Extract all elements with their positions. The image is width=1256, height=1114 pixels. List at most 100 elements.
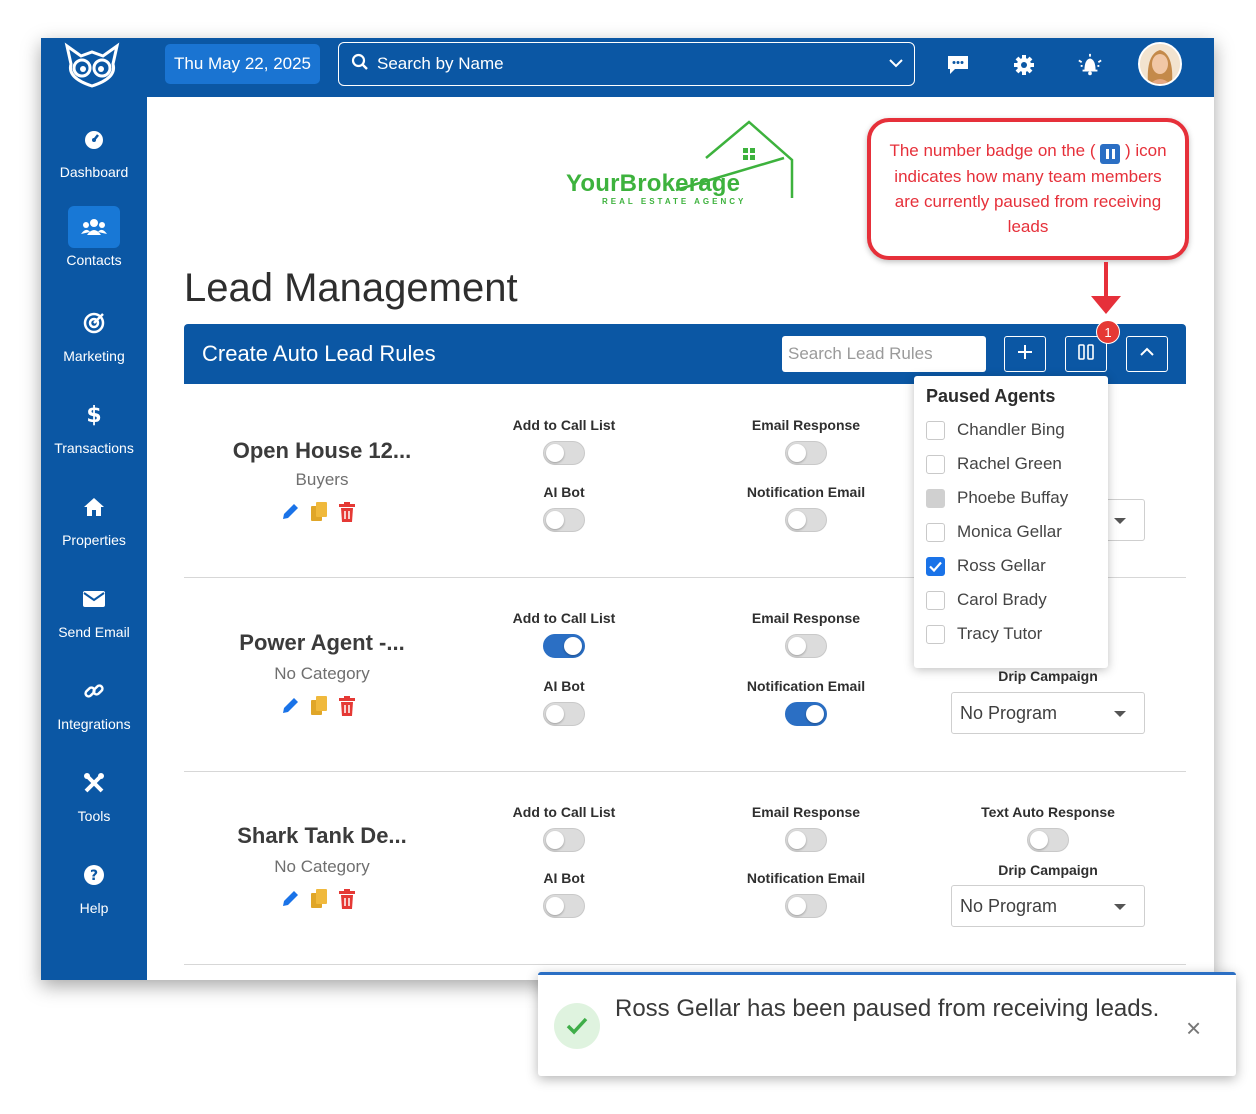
collapse-button[interactable] [1126,336,1168,372]
add-to-call-list-toggle[interactable] [543,634,585,658]
paused-agent-option[interactable]: Carol Brady [926,588,1047,612]
sidebar-item-marketing[interactable]: Marketing [41,302,147,382]
sidebar-item-tools[interactable]: Tools [41,762,147,842]
trash-icon[interactable] [338,502,356,527]
pause-icon [1077,343,1095,365]
rule-category: No Category [274,664,370,683]
agent-name: Ross Gellar [957,556,1046,575]
email-response-toggle[interactable] [785,828,827,852]
agent-name: Chandler Bing [957,420,1065,439]
ai-bot-toggle[interactable] [543,508,585,532]
add-to-call-list-toggle[interactable] [543,828,585,852]
agent-name: Monica Gellar [957,522,1062,541]
edit-icon[interactable] [280,502,300,527]
checkbox-disabled [926,488,945,508]
search-input[interactable]: Search by Name [338,42,915,86]
dashboard-icon [68,118,120,160]
sidebar-item-properties[interactable]: Properties [41,486,147,566]
top-bar: Thu May 22, 2025 Search by Name [147,38,1214,97]
auto-lead-rules-header: Create Auto Lead Rules Search Lead Rules… [184,320,1186,384]
text-auto-response-label: Text Auto Response [981,804,1115,820]
rule-name: Power Agent -... [239,630,405,655]
link-icon [68,670,120,712]
drip-campaign-select[interactable]: No Program [951,885,1145,927]
chat-icon[interactable] [945,52,971,78]
sidebar-item-contacts[interactable]: Contacts [41,206,147,286]
trash-icon[interactable] [338,696,356,721]
copy-icon[interactable] [310,889,328,914]
paused-count-badge: 1 [1096,320,1120,344]
email-response-toggle[interactable] [785,441,827,465]
gear-icon[interactable] [1011,52,1037,78]
ai-bot-toggle[interactable] [543,894,585,918]
check-icon [929,561,942,572]
agent-name: Phoebe Buffay [957,488,1069,507]
sidebar-item-transactions[interactable]: $ Transactions [41,394,147,474]
drip-campaign-select[interactable]: No Program [951,692,1145,734]
sidebar-item-label: Help [79,900,109,916]
paused-agent-option[interactable]: Phoebe Buffay [926,486,1068,510]
paused-agents-dropdown: Paused Agents Chandler Bing Rachel Green… [914,376,1108,668]
bullseye-icon [68,302,120,344]
email-response-label: Email Response [751,804,861,820]
date-display[interactable]: Thu May 22, 2025 [165,44,320,84]
bell-icon[interactable] [1077,52,1103,78]
paused-agent-option[interactable]: Ross Gellar [926,554,1046,578]
paused-agent-option[interactable]: Chandler Bing [926,418,1065,442]
checkbox[interactable] [926,420,945,440]
notification-email-toggle[interactable] [785,508,827,532]
add-to-call-list-toggle[interactable] [543,441,585,465]
panel-title: Create Auto Lead Rules [202,341,436,366]
copy-icon[interactable] [310,696,328,721]
sidebar-item-label: Properties [62,532,126,548]
search-lead-rules-input[interactable]: Search Lead Rules [782,336,986,372]
caret-down-icon [1114,711,1126,717]
ai-bot-toggle[interactable] [543,702,585,726]
text-auto-response-toggle[interactable] [1027,828,1069,852]
annotation-arrow [1104,262,1108,298]
pause-icon [1100,144,1121,164]
rule-actions [280,696,370,718]
checkbox[interactable] [926,624,945,644]
checkbox[interactable] [926,590,945,610]
callout-text-start: The number badge on the ( [889,141,1096,160]
rule-category: Buyers [295,470,349,489]
trash-icon[interactable] [338,889,356,914]
sidebar-item-send-email[interactable]: Send Email [41,578,147,658]
user-avatar[interactable] [1138,42,1182,86]
email-response-toggle[interactable] [785,634,827,658]
sidebar-item-dashboard[interactable]: Dashboard [41,118,147,198]
drip-campaign-label: Drip Campaign [998,668,1098,684]
close-icon[interactable]: × [1186,1013,1201,1044]
notification-email-toggle[interactable] [785,894,827,918]
paused-agent-option[interactable]: Tracy Tutor [926,622,1042,646]
sidebar-item-label: Transactions [54,440,134,456]
rule-actions [280,889,370,911]
paused-agent-option[interactable]: Rachel Green [926,452,1062,476]
sidebar-item-integrations[interactable]: Integrations [41,670,147,750]
plus-icon [1017,344,1033,365]
owl-logo-icon[interactable] [61,42,123,88]
checkbox[interactable] [926,454,945,474]
checkbox-checked[interactable] [926,556,945,576]
annotation-callout: The number badge on the ( ) icon indicat… [867,118,1189,260]
sidebar-item-label: Integrations [57,716,131,732]
sidebar: Dashboard Contacts Marketing $ Transacti… [41,38,147,980]
paused-agent-option[interactable]: Monica Gellar [926,520,1062,544]
notification-email-toggle[interactable] [785,702,827,726]
rule-name: Shark Tank De... [237,823,407,848]
checkbox[interactable] [926,522,945,542]
success-toast: Ross Gellar has been paused from receivi… [538,972,1236,1076]
edit-icon[interactable] [280,889,300,914]
ai-bot-label: AI Bot [543,870,585,886]
chevron-down-icon[interactable] [888,55,904,76]
brand-name: YourBrokerage [566,170,741,197]
sidebar-item-help[interactable]: ? Help [41,854,147,934]
ai-bot-label: AI Bot [543,484,585,500]
rule-row: Shark Tank De... No Category Add to Call… [184,771,1186,965]
notification-email-label: Notification Email [746,678,866,694]
add-rule-button[interactable] [1004,336,1046,372]
drip-campaign-value: No Program [960,896,1058,916]
copy-icon[interactable] [310,502,328,527]
edit-icon[interactable] [280,696,300,721]
